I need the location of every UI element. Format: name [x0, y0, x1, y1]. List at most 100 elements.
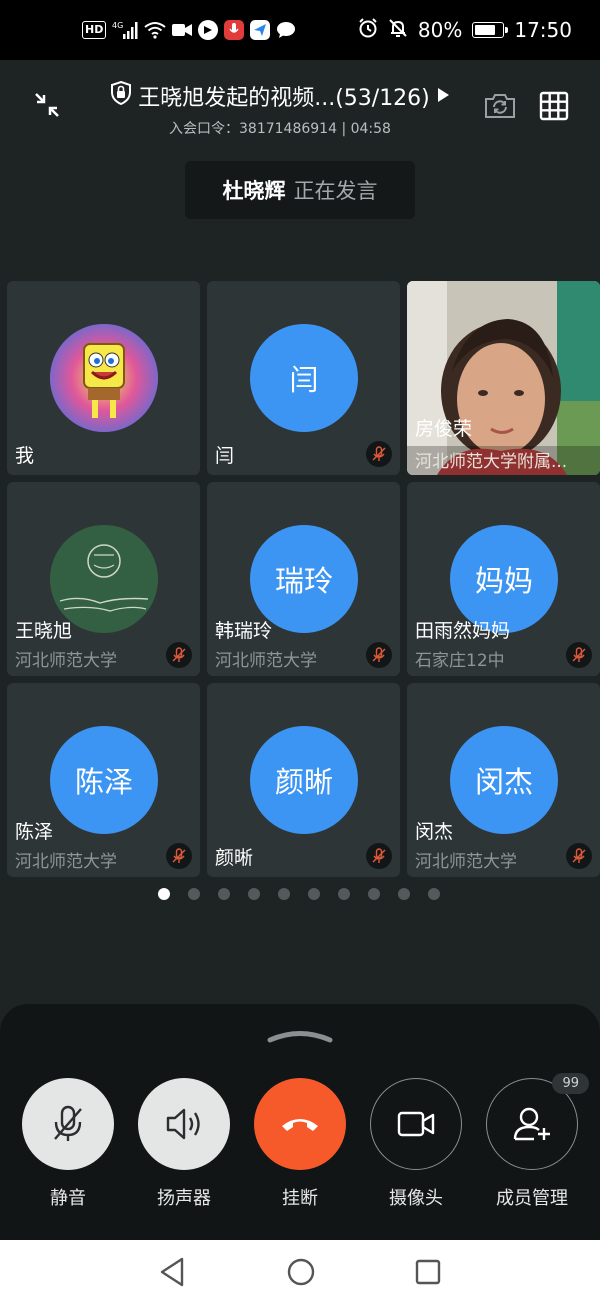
mute-icon	[388, 18, 408, 43]
speaker-button[interactable]: 扬声器	[137, 1078, 231, 1210]
back-icon[interactable]	[158, 1256, 186, 1292]
active-speaker-name: 杜晓辉	[222, 179, 286, 203]
participant-tile[interactable]: 我	[7, 281, 200, 475]
page-dot[interactable]	[428, 888, 440, 900]
status-bar: HD 4G 80% 17:50	[0, 0, 600, 60]
members-count-badge: 99	[552, 1073, 589, 1094]
active-speaker-status: 正在发言	[293, 179, 378, 203]
mic-muted-icon	[566, 843, 592, 869]
participant-tile[interactable]: 王晓旭 河北师范大学	[7, 482, 200, 676]
camera-button[interactable]: 摄像头	[369, 1078, 463, 1210]
participant-avatar-initial: 颜晰	[250, 726, 358, 834]
participant-avatar-initial: 闫	[250, 324, 358, 432]
home-icon[interactable]	[286, 1256, 316, 1292]
battery-percent: 80%	[417, 18, 463, 42]
speaker-label: 扬声器	[157, 1188, 211, 1209]
participant-org: 河北师范大学	[415, 852, 517, 872]
switch-camera-icon	[485, 94, 515, 118]
clock: 17:50	[514, 18, 572, 42]
participant-org: 河北师范大学	[215, 651, 317, 671]
hangup-circle[interactable]	[254, 1078, 346, 1170]
mic-muted-icon	[166, 843, 192, 869]
participant-org: 石家庄12中	[415, 651, 505, 671]
mic-muted-icon	[366, 441, 392, 467]
participant-name: 颜晰	[215, 847, 254, 869]
page-dot[interactable]	[248, 888, 260, 900]
participant-name: 房俊荣	[415, 418, 473, 440]
participant-org: 河北师范大学	[15, 651, 117, 671]
participant-avatar-initial: 陈泽	[50, 726, 158, 834]
signal-icon: 4G	[112, 19, 138, 41]
participant-name: 我	[15, 445, 35, 467]
meeting-title: 王晓旭发起的视频...(53/126)	[138, 86, 430, 111]
participant-tile[interactable]: 颜晰 颜晰	[207, 683, 400, 877]
participant-name: 韩瑞玲	[215, 620, 273, 642]
page-dot[interactable]	[398, 888, 410, 900]
hang-up-phone-icon	[282, 1119, 318, 1131]
page-dot[interactable]	[188, 888, 200, 900]
page-dot[interactable]	[308, 888, 320, 900]
participant-tile[interactable]: 闫 闫	[207, 281, 400, 475]
page-indicator[interactable]	[158, 888, 440, 900]
page-dot[interactable]	[368, 888, 380, 900]
chevron-up-icon	[267, 1031, 333, 1043]
app-icon-2	[250, 20, 271, 40]
participant-avatar-spongebob	[50, 324, 158, 432]
participant-org: 河北师范大学附属...	[415, 452, 568, 472]
mic-muted-icon	[366, 843, 392, 869]
members-circle[interactable]: 99	[486, 1073, 589, 1170]
battery-icon	[472, 22, 509, 38]
speaker-circle[interactable]	[138, 1078, 230, 1170]
participant-name: 王晓旭	[15, 620, 73, 642]
participant-name: 陈泽	[15, 821, 54, 843]
panel-expand-handle[interactable]	[267, 1028, 333, 1047]
mute-button[interactable]: 静音	[21, 1078, 115, 1210]
mic-muted-icon	[166, 642, 192, 668]
participant-video-feed	[407, 281, 600, 475]
hangup-label: 挂断	[282, 1188, 318, 1209]
recent-apps-icon[interactable]	[414, 1256, 442, 1292]
mute-circle[interactable]	[22, 1078, 114, 1170]
mic-muted-icon	[366, 642, 392, 668]
hd-icon: HD	[82, 21, 107, 39]
wifi-icon	[144, 19, 166, 41]
participant-tile[interactable]: 闵杰 闵杰 河北师范大学	[407, 683, 600, 877]
mic-muted-icon	[566, 642, 592, 668]
mute-label: 静音	[50, 1188, 86, 1209]
expand-arrow-icon	[436, 84, 450, 109]
video-camera-icon	[397, 1111, 435, 1137]
video-icon	[172, 19, 193, 41]
alarm-icon	[358, 17, 378, 43]
participant-name: 闵杰	[415, 821, 454, 843]
collapse-arrows-icon	[35, 93, 59, 117]
mic-app-icon	[224, 20, 245, 40]
page-dot[interactable]	[338, 888, 350, 900]
meeting-passcode-timer: 入会口令：38171486914 | 04:58	[169, 121, 391, 137]
add-member-icon	[513, 1107, 550, 1141]
participant-org: 河北师范大学	[15, 852, 117, 872]
meeting-header[interactable]: 王晓旭发起的视频...(53/126) 入会口令：38171486914 | 0…	[100, 80, 460, 138]
participant-tile-video[interactable]: 房俊荣 河北师范大学附属...	[407, 281, 600, 475]
camera-label: 摄像头	[389, 1188, 443, 1209]
system-navigation-bar	[0, 1240, 600, 1306]
camera-circle[interactable]	[370, 1078, 462, 1170]
page-dot[interactable]	[158, 888, 170, 900]
svg-text:4G: 4G	[112, 21, 123, 30]
participant-avatar-initial: 闵杰	[450, 726, 558, 834]
participant-name: 田雨然妈妈	[415, 620, 511, 642]
lock-shield-icon	[110, 80, 132, 111]
participant-tile[interactable]: 陈泽 陈泽 河北师范大学	[7, 683, 200, 877]
minimize-window-button[interactable]	[28, 86, 66, 124]
page-dot[interactable]	[218, 888, 230, 900]
speaker-icon	[166, 1108, 200, 1140]
layout-grid-button[interactable]	[534, 86, 574, 126]
active-speaker-indicator: 杜晓辉 正在发言	[185, 161, 415, 219]
participant-tile[interactable]: 妈妈 田雨然妈妈 石家庄12中	[407, 482, 600, 676]
members-label: 成员管理	[496, 1188, 568, 1209]
page-dot[interactable]	[278, 888, 290, 900]
participant-tile[interactable]: 瑞玲 韩瑞玲 河北师范大学	[207, 482, 400, 676]
members-button[interactable]: 99 成员管理	[485, 1073, 589, 1210]
switch-camera-button[interactable]	[480, 86, 520, 126]
hangup-button[interactable]: 挂断	[253, 1078, 347, 1210]
mic-off-icon	[54, 1105, 82, 1141]
